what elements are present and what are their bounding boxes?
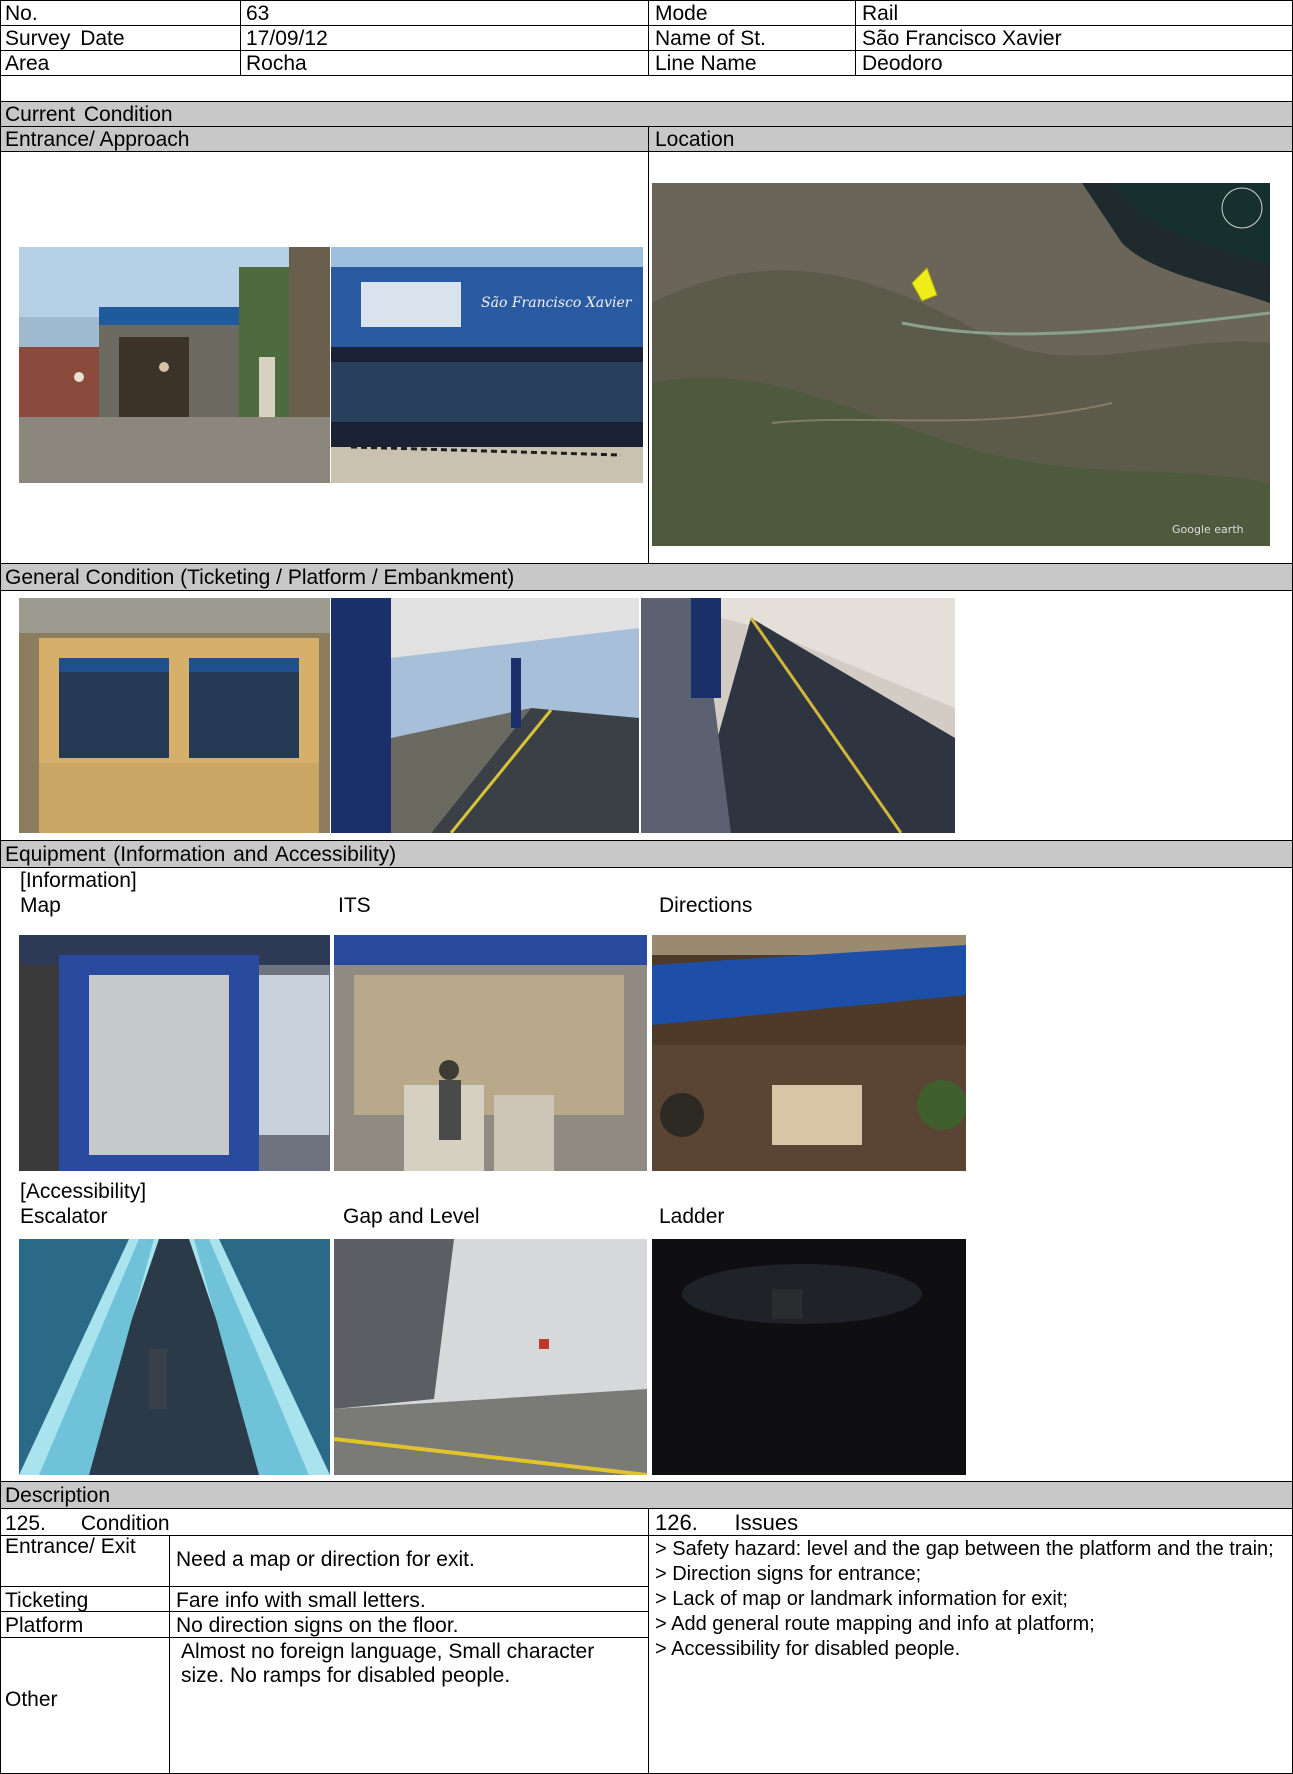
issues-heading: 126. Issues: [655, 1510, 799, 1535]
general-condition-heading: General Condition (Ticketing / Platform …: [5, 566, 515, 589]
ladder-photo: [652, 1239, 966, 1475]
directions-label: Directions: [659, 894, 753, 917]
directions-photo: [652, 935, 966, 1171]
category-other: Other: [5, 1688, 58, 1711]
location-map: Google earth: [652, 183, 1270, 546]
category-entrance-exit: Entrance/ Exit: [5, 1535, 136, 1558]
platform-photo-2: [641, 598, 955, 833]
issue-item: > Lack of map or landmark information fo…: [655, 1588, 1068, 1610]
entrance-photo-2: São Francisco Xavier: [331, 247, 643, 483]
condition-heading: 125. Condition: [5, 1512, 170, 1535]
equipment-heading: Equipment (Information and Accessibility…: [5, 843, 397, 866]
no-label: No.: [5, 2, 38, 25]
map-label: Map: [20, 894, 61, 917]
location-heading: Location: [655, 128, 735, 151]
survey-date-label: Survey Date: [5, 27, 125, 50]
line-name-label: Line Name: [655, 52, 757, 75]
no-value: 63: [246, 2, 270, 25]
ticketing-photo: [19, 598, 330, 833]
condition-entrance-exit: Need a map or direction for exit.: [176, 1548, 475, 1571]
its-label: ITS: [338, 894, 371, 917]
station-name-label: Name of St.: [655, 27, 766, 50]
category-ticketing: Ticketing: [5, 1589, 89, 1612]
gap-level-label: Gap and Level: [343, 1205, 480, 1228]
condition-platform: No direction signs on the floor.: [176, 1614, 459, 1637]
survey-date-value: 17/09/12: [246, 27, 328, 50]
escalator-label: Escalator: [20, 1205, 108, 1228]
its-photo: [334, 935, 647, 1171]
issue-item: > Direction signs for entrance;: [655, 1563, 922, 1585]
condition-other: Almost no foreign language, Small charac…: [181, 1640, 595, 1687]
issue-item: > Safety hazard: level and the gap betwe…: [655, 1538, 1274, 1560]
line-name-value: Deodoro: [862, 52, 943, 75]
ladder-label: Ladder: [659, 1205, 725, 1228]
map-attribution: Google earth: [1172, 523, 1244, 536]
condition-ticketing: Fare info with small letters.: [176, 1589, 426, 1612]
area-label: Area: [5, 52, 50, 75]
mode-label: Mode: [655, 2, 708, 25]
station-name-value: São Francisco Xavier: [862, 27, 1062, 50]
entrance-approach-heading: Entrance/ Approach: [5, 128, 190, 151]
information-heading: [Information]: [20, 869, 137, 892]
map-photo: [19, 935, 330, 1171]
entrance-photo-1: [19, 247, 330, 483]
area-value: Rocha: [246, 52, 307, 75]
description-heading: Description: [5, 1484, 111, 1507]
accessibility-heading: [Accessibility]: [20, 1180, 147, 1203]
issue-item: > Accessibility for disabled people.: [655, 1638, 961, 1660]
category-platform: Platform: [5, 1614, 84, 1637]
mode-value: Rail: [862, 2, 899, 25]
entrance-sign-text: São Francisco Xavier: [481, 295, 633, 311]
platform-photo-1: [331, 598, 639, 833]
gap-level-photo: [334, 1239, 647, 1475]
current-condition-heading: Current Condition: [5, 103, 173, 126]
issues-list: > Safety hazard: level and the gap betwe…: [655, 1537, 1285, 1662]
issue-item: > Add general route mapping and info at …: [655, 1613, 1095, 1635]
escalator-photo: [19, 1239, 330, 1475]
